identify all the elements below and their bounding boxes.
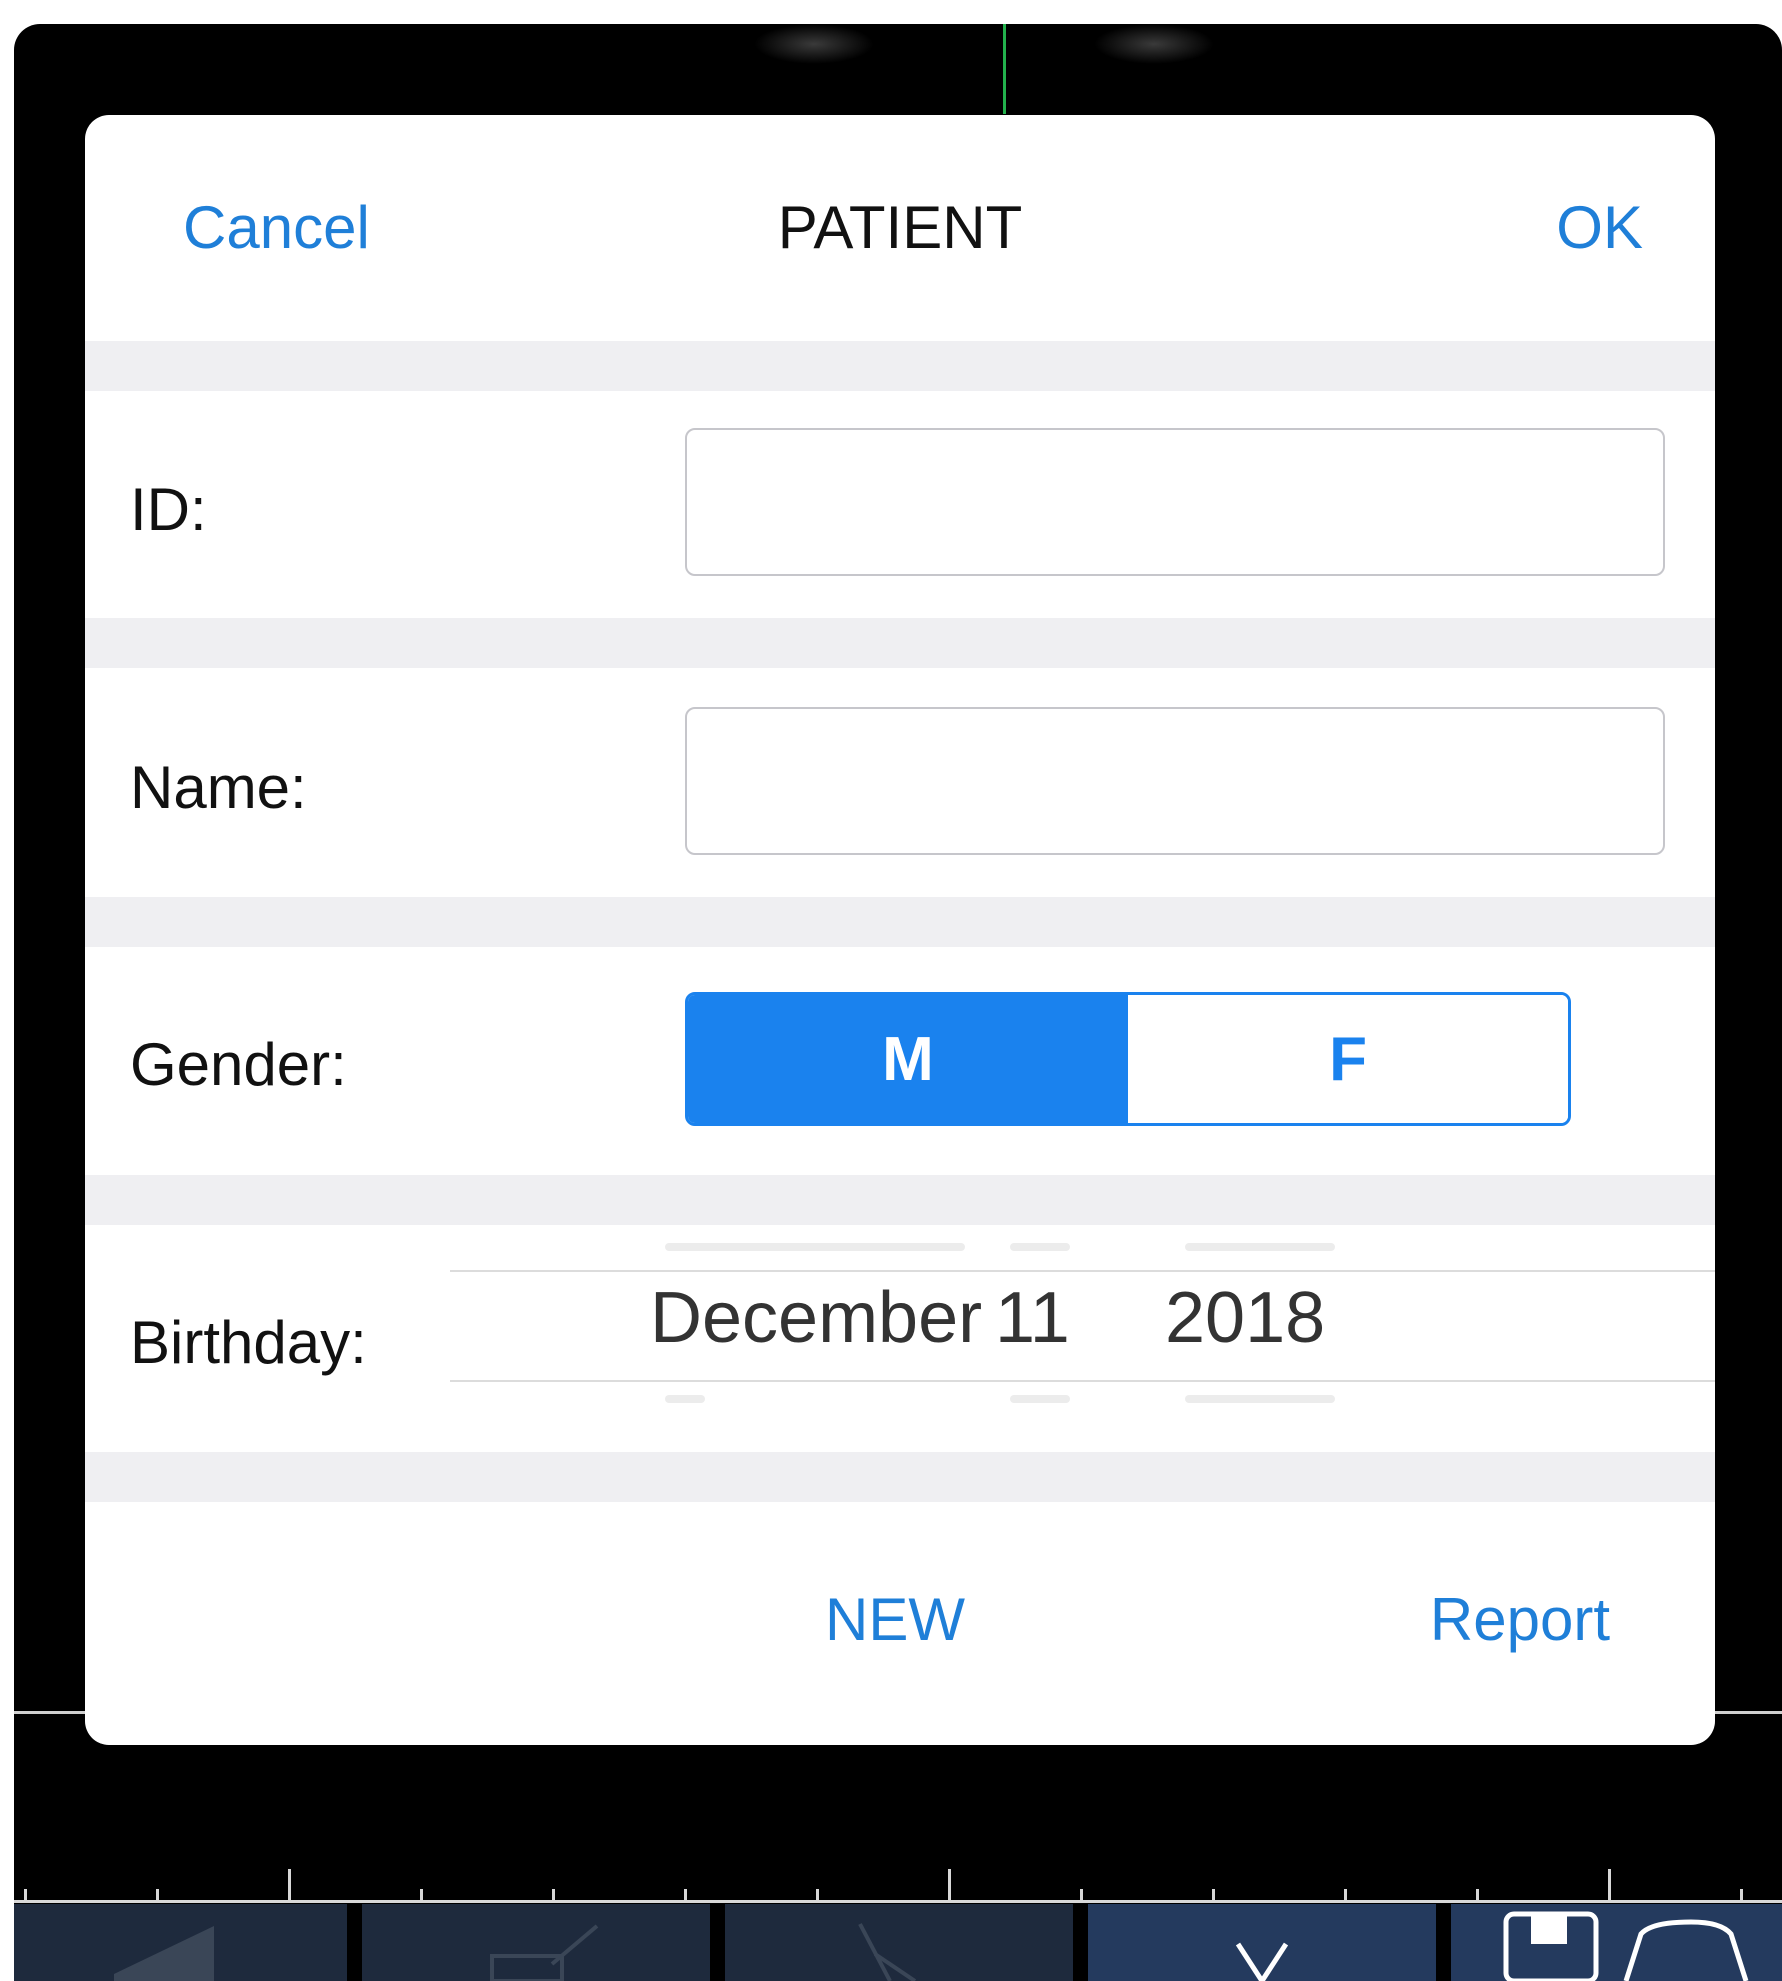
speaker-icon[interactable] bbox=[14, 1904, 347, 1981]
cancel-button[interactable]: Cancel bbox=[183, 193, 370, 262]
birthday-date-picker[interactable]: December 11 2018 bbox=[450, 1225, 1715, 1405]
crop-icon[interactable] bbox=[725, 1904, 1073, 1981]
patient-dialog: Cancel PATIENT OK ID: Name: Gender: M F … bbox=[85, 115, 1715, 1745]
baseline-right bbox=[1714, 1711, 1782, 1714]
gender-option-f[interactable]: F bbox=[1128, 995, 1568, 1123]
baseline-left bbox=[14, 1711, 94, 1714]
save-icon[interactable] bbox=[1451, 1904, 1782, 1981]
birthday-day-wheel[interactable]: 11 bbox=[995, 1277, 1070, 1359]
gender-option-m[interactable]: M bbox=[688, 995, 1128, 1123]
new-button[interactable]: NEW bbox=[825, 1585, 965, 1654]
separator bbox=[85, 1175, 1715, 1225]
measure-marker-line bbox=[1003, 24, 1006, 114]
name-label: Name: bbox=[130, 754, 307, 821]
name-field[interactable] bbox=[685, 707, 1665, 855]
edit-icon[interactable] bbox=[362, 1904, 710, 1981]
close-icon[interactable] bbox=[1088, 1904, 1436, 1981]
id-label: ID: bbox=[130, 476, 207, 543]
gender-label: Gender: bbox=[130, 1031, 347, 1098]
report-button[interactable]: Report bbox=[1430, 1585, 1610, 1654]
bottom-toolbar bbox=[14, 1904, 1782, 1981]
birthday-year-wheel[interactable]: 2018 bbox=[1165, 1277, 1325, 1359]
separator bbox=[85, 341, 1715, 391]
image-artifact bbox=[754, 24, 874, 64]
image-artifact bbox=[1094, 24, 1214, 64]
birthday-month-wheel[interactable]: December bbox=[650, 1277, 982, 1359]
birthday-label: Birthday: bbox=[130, 1309, 367, 1376]
separator bbox=[85, 1452, 1715, 1502]
separator bbox=[85, 618, 1715, 668]
separator bbox=[85, 897, 1715, 947]
id-field[interactable] bbox=[685, 428, 1665, 576]
ok-button[interactable]: OK bbox=[1556, 193, 1643, 262]
depth-ruler bbox=[14, 1869, 1782, 1903]
gender-segmented-control: M F bbox=[685, 992, 1571, 1126]
